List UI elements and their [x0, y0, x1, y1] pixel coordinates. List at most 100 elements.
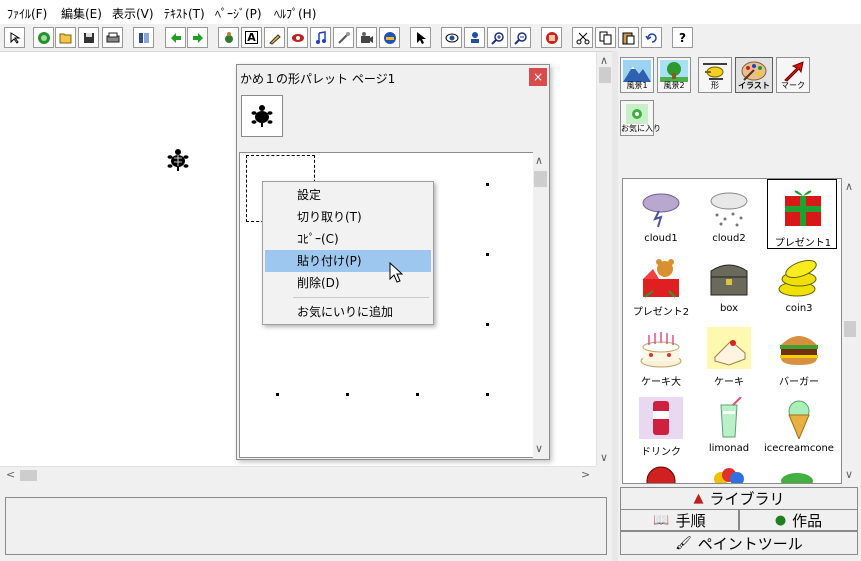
library-item-limonad[interactable]: limonad [699, 393, 759, 459]
copy-icon[interactable] [595, 27, 616, 48]
category-label: マーク [781, 81, 805, 90]
category-illustration[interactable]: イラスト [735, 57, 773, 93]
face-icon[interactable] [379, 27, 400, 48]
library-item-coin3[interactable]: coin3 [769, 253, 829, 319]
open-folder-icon[interactable] [55, 27, 76, 48]
menu-help[interactable]: ﾍﾙﾌﾟ(H) [274, 5, 316, 22]
scroll-down-icon[interactable]: ∨ [845, 468, 853, 481]
stop-hand-icon[interactable] [541, 27, 562, 48]
library-item-cloud1[interactable]: cloud1 [631, 183, 691, 249]
favorites-button[interactable]: お気に入り [620, 100, 661, 136]
help-button[interactable]: ? [672, 27, 693, 48]
scroll-up-icon[interactable]: ∧ [845, 180, 853, 193]
category-scenery2[interactable]: 風景2 [657, 57, 691, 93]
text-tool-icon[interactable]: A [241, 27, 262, 48]
scroll-down-icon[interactable]: ∨ [535, 442, 543, 455]
menu-item-copy[interactable]: ｺﾋﾟｰ(C) [265, 228, 431, 250]
menu-edit[interactable]: 編集(E) [61, 5, 102, 22]
scroll-left-icon[interactable]: < [6, 468, 15, 481]
prev-page-icon[interactable] [165, 27, 186, 48]
grid-dot [276, 393, 279, 396]
library-item-big-cake[interactable]: ケーキ大 [631, 323, 691, 389]
view-eye-icon[interactable] [441, 27, 462, 48]
scroll-thumb[interactable] [534, 171, 547, 187]
category-mark[interactable]: マーク [776, 57, 810, 93]
library-item-cake[interactable]: ケーキ [699, 323, 759, 389]
undo-icon[interactable] [641, 27, 662, 48]
select-arrow-icon[interactable] [4, 27, 25, 48]
canvas-vertical-scrollbar[interactable]: ∧ ∨ [596, 52, 613, 466]
tool-icon[interactable] [333, 27, 354, 48]
menu-item-delete[interactable]: 削除(D) [265, 272, 431, 294]
scroll-thumb[interactable] [844, 321, 856, 337]
category-scenery1[interactable]: 風景1 [620, 57, 654, 93]
menu-item-cut[interactable]: 切り取り(T) [265, 206, 431, 228]
cut-icon[interactable] [572, 27, 593, 48]
library-item-box[interactable]: box [699, 253, 759, 319]
tab-library[interactable]: ▲ ライブラリ [620, 487, 858, 509]
movie-icon[interactable] [356, 27, 377, 48]
library-item-label: バーガー [779, 377, 819, 388]
pointer-icon[interactable] [410, 27, 431, 48]
palette-scrollbar[interactable]: ∧ ∨ [533, 152, 548, 458]
scroll-down-icon[interactable]: ∨ [600, 451, 608, 464]
tab-steps[interactable]: 📖 手順 [620, 509, 739, 531]
canvas-horizontal-scrollbar[interactable]: < > [0, 466, 596, 484]
library-item-label: cloud1 [644, 233, 678, 244]
new-icon[interactable] [33, 27, 54, 48]
library-item-icecreamcone[interactable]: icecreamcone [764, 393, 834, 459]
partial-item-icon [781, 473, 813, 483]
category-shape[interactable]: 形 [698, 57, 732, 93]
category-label: 形 [711, 81, 719, 90]
scroll-up-icon[interactable]: ∧ [535, 154, 543, 167]
eye-mask-icon[interactable] [287, 27, 308, 48]
menu-item-paste[interactable]: 貼り付け(P) [265, 250, 431, 272]
paste-icon[interactable] [618, 27, 639, 48]
library-item-cloud2[interactable]: cloud2 [699, 183, 759, 249]
palette-close-button[interactable]: × [529, 68, 547, 86]
tab-library-label: ライブラリ [709, 490, 785, 508]
menu-item-add-favorite[interactable]: お気にいりに追加 [265, 301, 431, 323]
layout-icon[interactable] [133, 27, 154, 48]
print-icon[interactable] [102, 27, 123, 48]
pen-tool-icon[interactable] [264, 27, 285, 48]
library-item-label: ケーキ [714, 377, 744, 388]
menu-bar: ﾌｧｲﾙ(F) 編集(E) 表示(V) ﾃｷｽﾄ(T) ﾍﾟｰｼﾞ(P) ﾍﾙﾌ… [0, 0, 861, 24]
library-scrollbar[interactable]: ∧ ∨ [842, 178, 858, 484]
zoom-out-icon[interactable] [510, 27, 531, 48]
grid-dot [486, 323, 489, 326]
menu-page[interactable]: ﾍﾟｰｼﾞ(P) [215, 5, 262, 22]
music-icon[interactable] [310, 27, 331, 48]
library-item-present2[interactable]: プレゼント2 [631, 253, 691, 319]
scroll-thumb-horizontal[interactable] [20, 470, 37, 481]
scroll-right-icon[interactable]: > [581, 468, 590, 481]
arrow-mark-icon [784, 61, 804, 82]
library-item-burger[interactable]: バーガー [769, 323, 829, 389]
palette-shape-thumbnail[interactable] [241, 95, 283, 137]
grid-dot [486, 183, 489, 186]
library-item-label: coin3 [785, 303, 813, 314]
zoom-in-icon[interactable] [487, 27, 508, 48]
paint-brush-icon: 🖌 [675, 535, 692, 551]
stamp-icon[interactable] [464, 27, 485, 48]
cloud-lightning-icon [642, 193, 680, 228]
scroll-up-icon[interactable]: ∧ [600, 54, 608, 67]
next-page-icon[interactable] [187, 27, 208, 48]
menu-text[interactable]: ﾃｷｽﾄ(T) [164, 5, 205, 22]
tab-paint-tool[interactable]: 🖌 ペイントツール [620, 531, 858, 555]
tab-works[interactable]: ● 作品 [739, 509, 858, 531]
text-tool-label: A [245, 31, 258, 44]
menu-file[interactable]: ﾌｧｲﾙ(F) [7, 5, 47, 22]
mountain-icon [623, 60, 651, 82]
library-item-label: ドリンク [641, 447, 681, 458]
turtle-tool-icon[interactable] [218, 27, 239, 48]
library-item-present1[interactable]: プレゼント1 [767, 179, 837, 249]
library-grid[interactable]: cloud1 cloud2 プレゼント1 プレゼント2 box coin3 ケー… [622, 178, 842, 484]
scroll-thumb[interactable] [599, 67, 611, 83]
menu-item-settings[interactable]: 設定 [265, 184, 431, 206]
save-icon[interactable] [78, 27, 99, 48]
library-item-drink[interactable]: ドリンク [631, 393, 691, 459]
favorites-label: お気に入り [621, 124, 661, 133]
menu-view[interactable]: 表示(V) [112, 5, 154, 22]
turtle-sprite-icon[interactable] [165, 147, 191, 173]
